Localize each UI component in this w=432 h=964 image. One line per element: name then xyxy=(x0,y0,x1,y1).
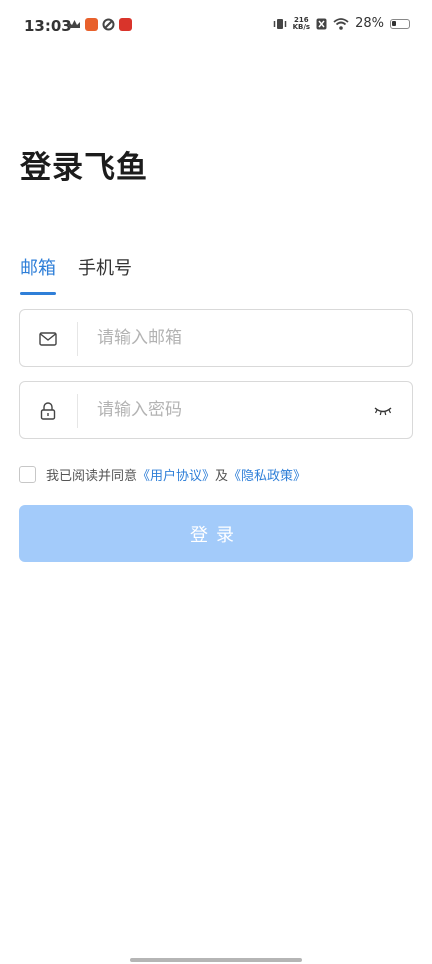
mail-icon xyxy=(37,328,59,350)
vibrate-icon xyxy=(273,18,286,29)
app-notification-icon xyxy=(119,18,132,31)
battery-percent: 28% xyxy=(355,16,384,31)
password-field[interactable] xyxy=(19,381,413,439)
user-agreement-link[interactable]: 《用户协议》 xyxy=(137,465,215,484)
status-bar: 13:03 216 KB/s 28% xyxy=(0,0,432,52)
login-tabs: 邮箱 手机号 xyxy=(20,254,132,295)
network-speed: 216 KB/s xyxy=(292,15,311,31)
eye-closed-icon[interactable] xyxy=(372,400,394,422)
link-icon xyxy=(102,18,115,31)
battery-icon xyxy=(390,18,410,29)
app-notification-icon xyxy=(85,18,98,31)
password-input[interactable] xyxy=(97,382,377,438)
battery-fill xyxy=(392,20,396,26)
wifi-icon xyxy=(333,17,349,30)
field-divider xyxy=(77,322,78,356)
notification-icons xyxy=(68,18,132,31)
lock-icon xyxy=(37,400,59,422)
email-field[interactable] xyxy=(19,309,413,367)
page-title: 登录飞鱼 xyxy=(20,150,148,186)
agreement-prefix: 我已阅读并同意 xyxy=(46,469,138,484)
system-indicators: 216 KB/s 28% xyxy=(273,16,410,31)
tab-phone[interactable]: 手机号 xyxy=(78,254,132,292)
sim-icon xyxy=(316,18,327,29)
status-time: 13:03 xyxy=(24,17,72,35)
agreement-row: 我已阅读并同意 《用户协议》 及 《隐私政策》 xyxy=(19,465,306,484)
login-button[interactable]: 登录 xyxy=(19,505,413,562)
privacy-policy-link[interactable]: 《隐私政策》 xyxy=(228,465,306,484)
email-input[interactable] xyxy=(97,310,377,366)
tab-email[interactable]: 邮箱 xyxy=(20,254,56,295)
field-divider xyxy=(77,394,78,428)
home-indicator[interactable] xyxy=(130,958,302,962)
agreement-and: 及 xyxy=(215,469,229,484)
crown-icon xyxy=(69,20,80,28)
agreement-checkbox[interactable] xyxy=(19,466,36,483)
